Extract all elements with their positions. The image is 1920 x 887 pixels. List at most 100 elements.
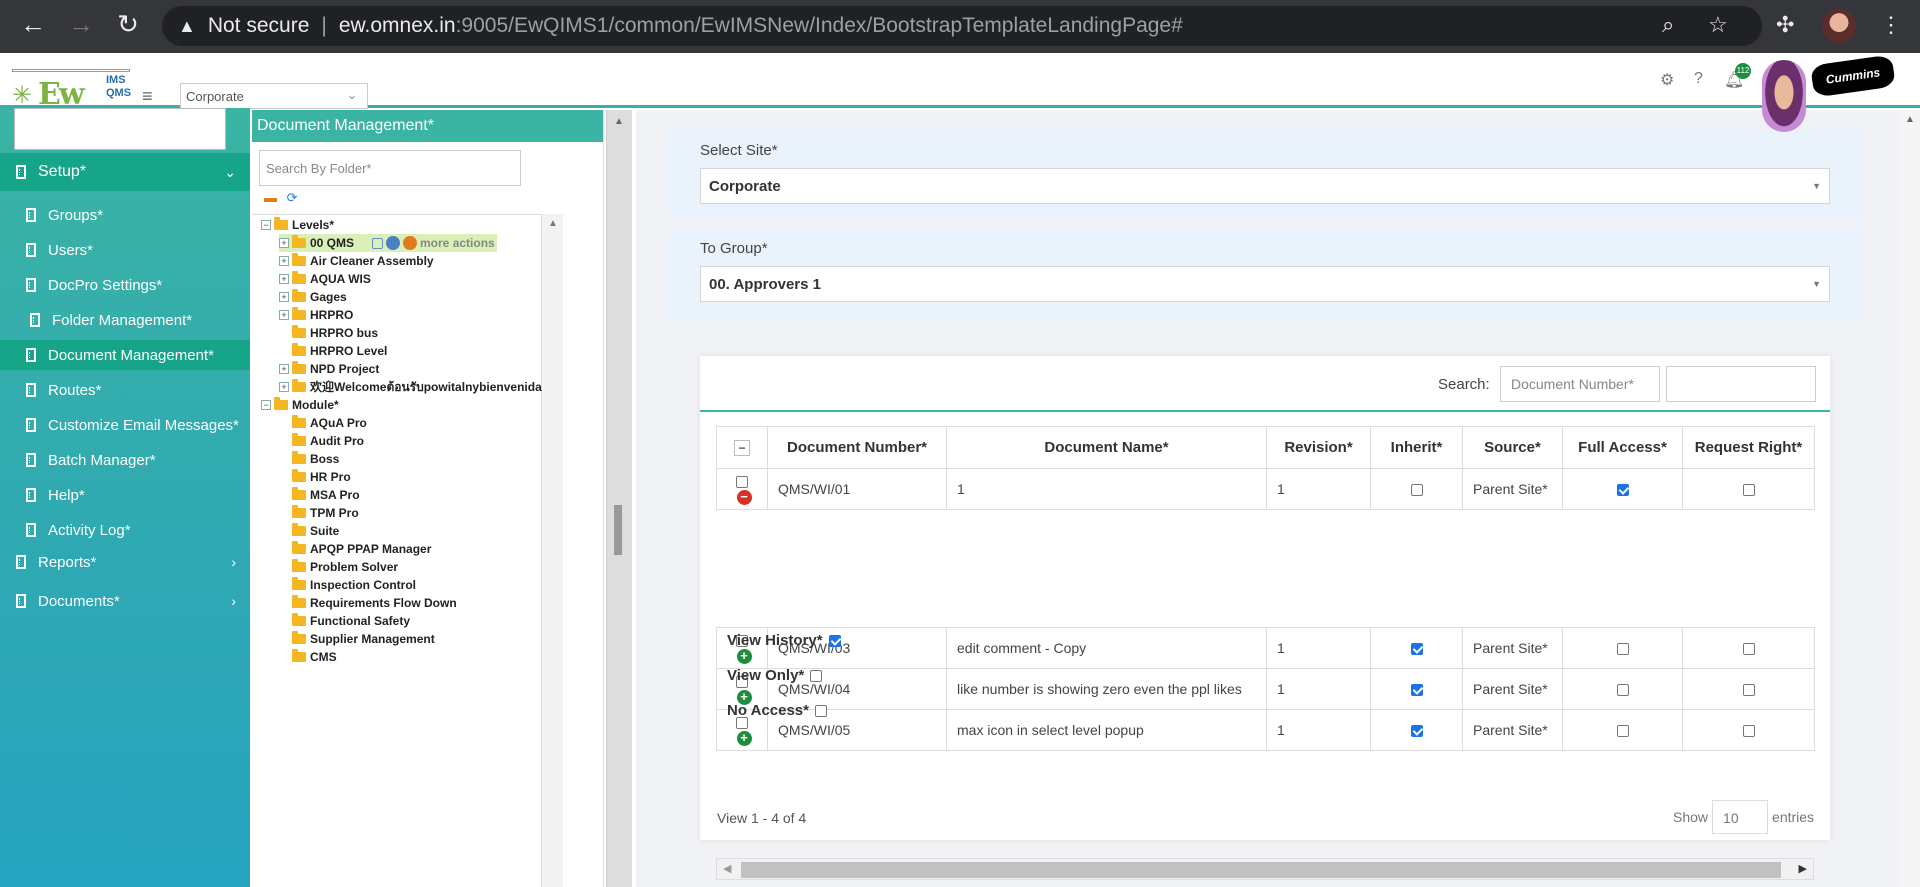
scroll-left-arrow-icon[interactable]: ◀ bbox=[723, 862, 731, 875]
globe-icon[interactable] bbox=[386, 236, 401, 250]
tree-node-module-item[interactable]: Boss bbox=[292, 450, 339, 468]
to-group-dropdown[interactable]: 00. Approvers 1 ▼ bbox=[700, 266, 1830, 302]
request-right-checkbox[interactable] bbox=[1742, 484, 1755, 497]
expand-row-icon[interactable]: + bbox=[736, 649, 752, 665]
sidebar-item-setup[interactable]: Setup* ⌄ bbox=[0, 153, 250, 191]
expand-toggle-icon[interactable]: + bbox=[279, 238, 289, 248]
grid-horizontal-scrollbar[interactable]: ◀ ▶ bbox=[716, 858, 1814, 880]
panel-splitter-scrollbar[interactable]: ▲ bbox=[606, 110, 632, 887]
address-bar[interactable]: ▲ Not secure | ew.omnex.in:9005/EwQIMS1/… bbox=[162, 6, 1762, 46]
tree-node-00-qms[interactable]: +00 QMS more actions bbox=[279, 234, 497, 252]
tree-node-module-item[interactable]: MSA Pro bbox=[292, 486, 360, 504]
expand-toggle-icon[interactable]: + bbox=[279, 274, 289, 284]
sidebar-search-box[interactable] bbox=[14, 108, 226, 150]
no-access-option[interactable]: No Access* bbox=[727, 702, 827, 719]
extensions-puzzle-icon[interactable]: ✣ bbox=[1776, 12, 1794, 38]
forward-arrow-icon[interactable]: → bbox=[68, 11, 94, 37]
expand-toggle-icon[interactable]: + bbox=[279, 364, 289, 374]
inherit-checkbox[interactable] bbox=[1410, 643, 1423, 656]
browser-profile-avatar[interactable] bbox=[1822, 9, 1856, 43]
sidebar-item-customize-email[interactable]: Customize Email Messages* bbox=[0, 410, 250, 440]
tree-node-levels[interactable]: − Levels* bbox=[261, 216, 334, 234]
grid-search-field-select[interactable]: Document Number* bbox=[1500, 366, 1660, 402]
tree-node-hrpro-bus[interactable]: HRPRO bus bbox=[292, 324, 378, 342]
tree-node-npd-project[interactable]: + NPD Project bbox=[279, 360, 379, 378]
refresh-icon[interactable]: ⟳ bbox=[287, 190, 298, 205]
expand-toggle-icon[interactable]: + bbox=[279, 382, 289, 392]
sidebar-item-routes[interactable]: Routes* bbox=[0, 375, 250, 405]
tree-node-module-item[interactable]: TPM Pro bbox=[292, 504, 359, 522]
collapse-toggle-icon[interactable]: − bbox=[261, 400, 271, 410]
sidebar-item-batch-manager[interactable]: Batch Manager* bbox=[0, 445, 250, 475]
full-access-checkbox[interactable] bbox=[1616, 684, 1629, 697]
sidebar-item-activity-log[interactable]: Activity Log* bbox=[0, 515, 250, 545]
main-scrollbar[interactable]: ▲ bbox=[1900, 110, 1920, 887]
tree-node-module-item[interactable]: Problem Solver bbox=[292, 558, 398, 576]
zoom-icon[interactable]: ⌕ bbox=[1662, 12, 1674, 38]
help-icon[interactable]: ? bbox=[1694, 70, 1703, 88]
row-select-checkbox[interactable] bbox=[736, 475, 748, 488]
user-avatar[interactable] bbox=[1762, 60, 1806, 132]
splitter-thumb[interactable] bbox=[614, 505, 622, 555]
users-icon[interactable] bbox=[403, 236, 418, 250]
back-arrow-icon[interactable]: ← bbox=[20, 11, 46, 37]
tree-node-module-item[interactable]: APQP PPAP Manager bbox=[292, 540, 431, 558]
tree-node-aqua-wis[interactable]: + AQUA WIS bbox=[279, 270, 371, 288]
col-header-full-access[interactable]: Full Access* bbox=[1562, 426, 1683, 469]
inherit-checkbox[interactable] bbox=[1410, 684, 1423, 697]
folder-search-input[interactable]: Search By Folder* bbox=[259, 150, 521, 186]
inherit-checkbox[interactable] bbox=[1410, 484, 1423, 497]
scroll-right-arrow-icon[interactable]: ▶ bbox=[1799, 862, 1807, 875]
request-right-checkbox[interactable] bbox=[1742, 725, 1755, 738]
tree-node-module-item[interactable]: AQuA Pro bbox=[292, 414, 367, 432]
hscroll-thumb[interactable] bbox=[741, 862, 1781, 878]
tree-node-module[interactable]: − Module* bbox=[261, 396, 339, 414]
add-icon[interactable] bbox=[372, 237, 384, 249]
request-right-checkbox[interactable] bbox=[1742, 684, 1755, 697]
folder-search-icon[interactable]: ▬ bbox=[264, 190, 277, 205]
ewqims-logo[interactable]: ✳ Ew IMS QMS bbox=[12, 69, 131, 112]
expand-toggle-icon[interactable]: + bbox=[279, 256, 289, 266]
expand-toggle-icon[interactable]: + bbox=[279, 310, 289, 320]
scroll-up-arrow-icon[interactable]: ▲ bbox=[1905, 114, 1915, 125]
view-only-option[interactable]: View Only* bbox=[727, 667, 823, 684]
tree-node-module-item[interactable]: HR Pro bbox=[292, 468, 351, 486]
page-size-select[interactable]: 10 bbox=[1712, 800, 1769, 834]
more-actions-label[interactable]: more actions bbox=[420, 236, 495, 250]
sidebar-item-help[interactable]: Help* bbox=[0, 480, 250, 510]
no-access-checkbox[interactable] bbox=[815, 704, 827, 717]
header-site-select[interactable]: Corporate ⌄ bbox=[180, 83, 368, 109]
col-header-doc-number[interactable]: Document Number* bbox=[767, 426, 947, 469]
bookmark-star-icon[interactable]: ☆ bbox=[1708, 12, 1728, 38]
gear-icon[interactable]: ⚙ bbox=[1660, 70, 1674, 90]
collapse-row-icon[interactable]: − bbox=[736, 490, 752, 506]
expand-row-icon[interactable]: + bbox=[736, 731, 752, 747]
tree-node-module-item[interactable]: Audit Pro bbox=[292, 432, 364, 450]
grid-search-input[interactable] bbox=[1666, 366, 1816, 402]
col-header-revision[interactable]: Revision* bbox=[1266, 426, 1371, 469]
col-header-request-right[interactable]: Request Right* bbox=[1682, 426, 1815, 469]
tree-node-gages[interactable]: + Gages bbox=[279, 288, 347, 306]
browser-menu-icon[interactable]: ⋮ bbox=[1880, 12, 1902, 38]
sidebar-item-groups[interactable]: Groups* bbox=[0, 200, 250, 230]
reload-icon[interactable]: ↻ bbox=[116, 11, 140, 37]
tree-node-module-item[interactable]: CMS bbox=[292, 648, 337, 666]
full-access-checkbox[interactable] bbox=[1616, 725, 1629, 738]
tree-node-hrpro-level[interactable]: HRPRO Level bbox=[292, 342, 387, 360]
inherit-checkbox[interactable] bbox=[1410, 725, 1423, 738]
col-header-inherit[interactable]: Inherit* bbox=[1370, 426, 1463, 469]
view-history-option[interactable]: View History* bbox=[727, 632, 841, 649]
tree-node-air-cleaner[interactable]: + Air Cleaner Assembly bbox=[279, 252, 434, 270]
collapse-all-icon[interactable]: − bbox=[734, 440, 750, 456]
sidebar-item-documents[interactable]: Documents* › bbox=[0, 586, 250, 616]
scroll-up-arrow-icon[interactable]: ▲ bbox=[548, 218, 558, 229]
sidebar-item-folder-management[interactable]: Folder Management* bbox=[0, 305, 250, 335]
col-header-doc-name[interactable]: Document Name* bbox=[946, 426, 1267, 469]
view-history-checkbox[interactable] bbox=[828, 634, 841, 647]
expand-toggle-icon[interactable]: + bbox=[279, 292, 289, 302]
col-header-source[interactable]: Source* bbox=[1462, 426, 1563, 469]
tree-scrollbar[interactable]: ▲ bbox=[541, 214, 563, 887]
scroll-up-arrow-icon[interactable]: ▲ bbox=[614, 116, 624, 127]
view-only-checkbox[interactable] bbox=[810, 669, 823, 682]
sidebar-item-document-management[interactable]: Document Management* bbox=[0, 340, 250, 370]
